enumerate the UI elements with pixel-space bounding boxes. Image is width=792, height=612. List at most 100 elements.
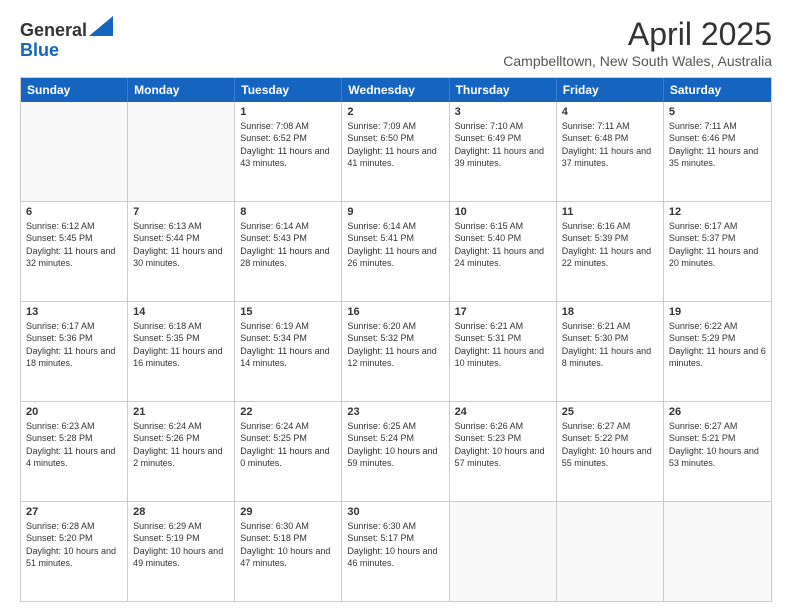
cell-details: Sunrise: 6:14 AMSunset: 5:43 PMDaylight:… — [240, 220, 336, 269]
weekday-header-saturday: Saturday — [664, 78, 771, 102]
logo-blue: Blue — [20, 40, 59, 60]
header: General Blue April 2025 Campbelltown, Ne… — [20, 16, 772, 69]
calendar-cell: 13Sunrise: 6:17 AMSunset: 5:36 PMDayligh… — [21, 302, 128, 401]
cell-details: Sunrise: 7:09 AMSunset: 6:50 PMDaylight:… — [347, 120, 443, 169]
calendar-cell: 14Sunrise: 6:18 AMSunset: 5:35 PMDayligh… — [128, 302, 235, 401]
calendar-cell — [450, 502, 557, 601]
day-number: 27 — [26, 505, 122, 519]
day-number: 13 — [26, 305, 122, 319]
day-number: 24 — [455, 405, 551, 419]
calendar-cell: 6Sunrise: 6:12 AMSunset: 5:45 PMDaylight… — [21, 202, 128, 301]
calendar-cell: 27Sunrise: 6:28 AMSunset: 5:20 PMDayligh… — [21, 502, 128, 601]
day-number: 7 — [133, 205, 229, 219]
weekday-header-tuesday: Tuesday — [235, 78, 342, 102]
day-number: 12 — [669, 205, 766, 219]
calendar-week-2: 6Sunrise: 6:12 AMSunset: 5:45 PMDaylight… — [21, 201, 771, 301]
calendar-body: 1Sunrise: 7:08 AMSunset: 6:52 PMDaylight… — [21, 102, 771, 601]
calendar-cell — [664, 502, 771, 601]
calendar-cell: 8Sunrise: 6:14 AMSunset: 5:43 PMDaylight… — [235, 202, 342, 301]
cell-details: Sunrise: 7:11 AMSunset: 6:48 PMDaylight:… — [562, 120, 658, 169]
day-number: 30 — [347, 505, 443, 519]
calendar-week-3: 13Sunrise: 6:17 AMSunset: 5:36 PMDayligh… — [21, 301, 771, 401]
calendar-cell: 24Sunrise: 6:26 AMSunset: 5:23 PMDayligh… — [450, 402, 557, 501]
cell-details: Sunrise: 6:24 AMSunset: 5:26 PMDaylight:… — [133, 420, 229, 469]
calendar-cell: 3Sunrise: 7:10 AMSunset: 6:49 PMDaylight… — [450, 102, 557, 201]
day-number: 14 — [133, 305, 229, 319]
cell-details: Sunrise: 6:25 AMSunset: 5:24 PMDaylight:… — [347, 420, 443, 469]
cell-details: Sunrise: 6:14 AMSunset: 5:41 PMDaylight:… — [347, 220, 443, 269]
cell-details: Sunrise: 6:27 AMSunset: 5:21 PMDaylight:… — [669, 420, 766, 469]
calendar-cell: 20Sunrise: 6:23 AMSunset: 5:28 PMDayligh… — [21, 402, 128, 501]
day-number: 22 — [240, 405, 336, 419]
cell-details: Sunrise: 6:21 AMSunset: 5:31 PMDaylight:… — [455, 320, 551, 369]
cell-details: Sunrise: 6:20 AMSunset: 5:32 PMDaylight:… — [347, 320, 443, 369]
day-number: 21 — [133, 405, 229, 419]
cell-details: Sunrise: 7:10 AMSunset: 6:49 PMDaylight:… — [455, 120, 551, 169]
calendar: SundayMondayTuesdayWednesdayThursdayFrid… — [20, 77, 772, 602]
calendar-cell: 9Sunrise: 6:14 AMSunset: 5:41 PMDaylight… — [342, 202, 449, 301]
cell-details: Sunrise: 6:23 AMSunset: 5:28 PMDaylight:… — [26, 420, 122, 469]
calendar-cell: 28Sunrise: 6:29 AMSunset: 5:19 PMDayligh… — [128, 502, 235, 601]
cell-details: Sunrise: 6:12 AMSunset: 5:45 PMDaylight:… — [26, 220, 122, 269]
cell-details: Sunrise: 6:13 AMSunset: 5:44 PMDaylight:… — [133, 220, 229, 269]
weekday-header-wednesday: Wednesday — [342, 78, 449, 102]
calendar-cell: 15Sunrise: 6:19 AMSunset: 5:34 PMDayligh… — [235, 302, 342, 401]
calendar-cell: 19Sunrise: 6:22 AMSunset: 5:29 PMDayligh… — [664, 302, 771, 401]
cell-details: Sunrise: 6:30 AMSunset: 5:17 PMDaylight:… — [347, 520, 443, 569]
day-number: 2 — [347, 105, 443, 119]
day-number: 23 — [347, 405, 443, 419]
calendar-cell: 25Sunrise: 6:27 AMSunset: 5:22 PMDayligh… — [557, 402, 664, 501]
cell-details: Sunrise: 6:26 AMSunset: 5:23 PMDaylight:… — [455, 420, 551, 469]
cell-details: Sunrise: 7:08 AMSunset: 6:52 PMDaylight:… — [240, 120, 336, 169]
day-number: 15 — [240, 305, 336, 319]
logo-icon — [89, 16, 113, 36]
weekday-header-sunday: Sunday — [21, 78, 128, 102]
day-number: 4 — [562, 105, 658, 119]
day-number: 1 — [240, 105, 336, 119]
calendar-cell: 26Sunrise: 6:27 AMSunset: 5:21 PMDayligh… — [664, 402, 771, 501]
calendar-cell: 22Sunrise: 6:24 AMSunset: 5:25 PMDayligh… — [235, 402, 342, 501]
calendar-cell — [21, 102, 128, 201]
day-number: 10 — [455, 205, 551, 219]
calendar-cell — [557, 502, 664, 601]
cell-details: Sunrise: 6:21 AMSunset: 5:30 PMDaylight:… — [562, 320, 658, 369]
cell-details: Sunrise: 6:15 AMSunset: 5:40 PMDaylight:… — [455, 220, 551, 269]
cell-details: Sunrise: 6:17 AMSunset: 5:36 PMDaylight:… — [26, 320, 122, 369]
calendar-cell: 10Sunrise: 6:15 AMSunset: 5:40 PMDayligh… — [450, 202, 557, 301]
weekday-header-friday: Friday — [557, 78, 664, 102]
day-number: 29 — [240, 505, 336, 519]
logo-general: General — [20, 20, 87, 40]
calendar-week-4: 20Sunrise: 6:23 AMSunset: 5:28 PMDayligh… — [21, 401, 771, 501]
day-number: 18 — [562, 305, 658, 319]
title-block: April 2025 Campbelltown, New South Wales… — [503, 16, 772, 69]
cell-details: Sunrise: 6:30 AMSunset: 5:18 PMDaylight:… — [240, 520, 336, 569]
day-number: 11 — [562, 205, 658, 219]
cell-details: Sunrise: 6:27 AMSunset: 5:22 PMDaylight:… — [562, 420, 658, 469]
cell-details: Sunrise: 6:19 AMSunset: 5:34 PMDaylight:… — [240, 320, 336, 369]
calendar-cell: 21Sunrise: 6:24 AMSunset: 5:26 PMDayligh… — [128, 402, 235, 501]
calendar-cell: 1Sunrise: 7:08 AMSunset: 6:52 PMDaylight… — [235, 102, 342, 201]
calendar-cell: 29Sunrise: 6:30 AMSunset: 5:18 PMDayligh… — [235, 502, 342, 601]
day-number: 25 — [562, 405, 658, 419]
day-number: 17 — [455, 305, 551, 319]
cell-details: Sunrise: 7:11 AMSunset: 6:46 PMDaylight:… — [669, 120, 766, 169]
logo: General Blue — [20, 16, 113, 61]
calendar-cell — [128, 102, 235, 201]
calendar-cell: 18Sunrise: 6:21 AMSunset: 5:30 PMDayligh… — [557, 302, 664, 401]
calendar-header-row: SundayMondayTuesdayWednesdayThursdayFrid… — [21, 78, 771, 102]
page: General Blue April 2025 Campbelltown, Ne… — [0, 0, 792, 612]
cell-details: Sunrise: 6:29 AMSunset: 5:19 PMDaylight:… — [133, 520, 229, 569]
day-number: 28 — [133, 505, 229, 519]
location-subtitle: Campbelltown, New South Wales, Australia — [503, 53, 772, 69]
day-number: 6 — [26, 205, 122, 219]
day-number: 16 — [347, 305, 443, 319]
day-number: 19 — [669, 305, 766, 319]
calendar-cell: 12Sunrise: 6:17 AMSunset: 5:37 PMDayligh… — [664, 202, 771, 301]
calendar-cell: 4Sunrise: 7:11 AMSunset: 6:48 PMDaylight… — [557, 102, 664, 201]
calendar-cell: 2Sunrise: 7:09 AMSunset: 6:50 PMDaylight… — [342, 102, 449, 201]
cell-details: Sunrise: 6:24 AMSunset: 5:25 PMDaylight:… — [240, 420, 336, 469]
cell-details: Sunrise: 6:17 AMSunset: 5:37 PMDaylight:… — [669, 220, 766, 269]
logo-text: General Blue — [20, 16, 113, 61]
day-number: 3 — [455, 105, 551, 119]
day-number: 20 — [26, 405, 122, 419]
